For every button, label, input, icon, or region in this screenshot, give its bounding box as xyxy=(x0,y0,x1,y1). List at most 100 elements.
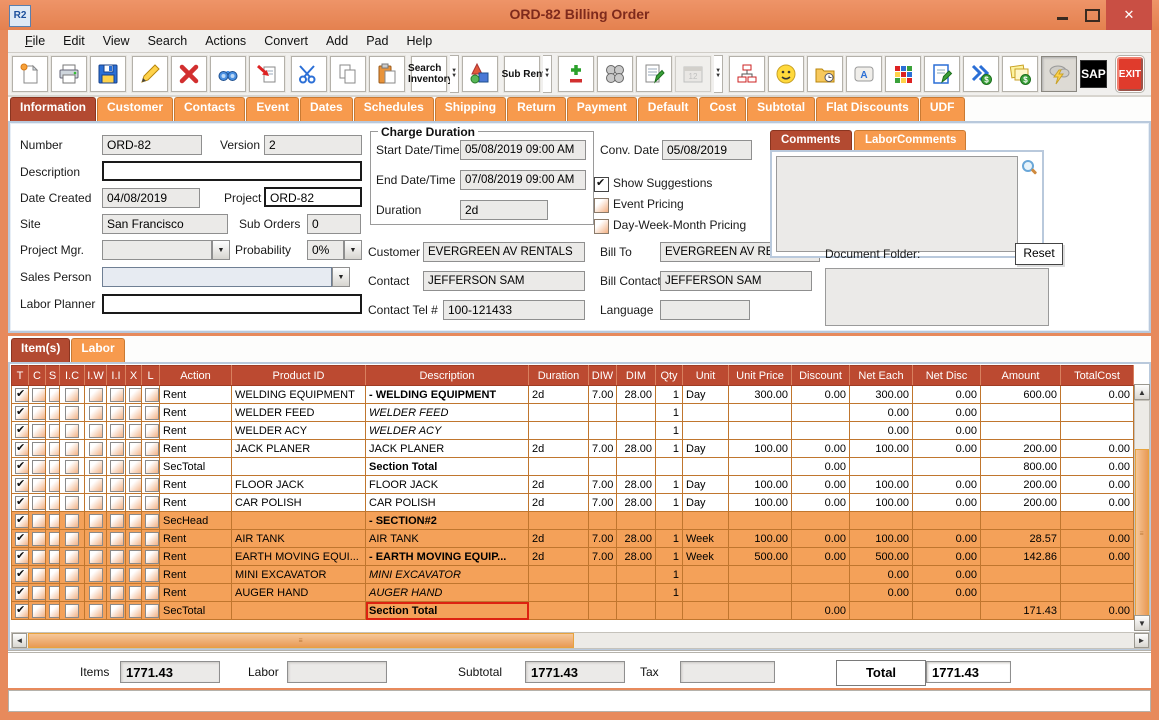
cell-dur[interactable] xyxy=(529,512,589,530)
table-row[interactable]: RentCAR POLISHCAR POLISH2d7.0028.001Day1… xyxy=(12,494,1134,512)
cell-product[interactable]: WELDER ACY xyxy=(232,422,366,440)
row-flag-t[interactable] xyxy=(12,404,29,422)
checkbox-checked-icon[interactable] xyxy=(15,478,29,492)
row-flag-c[interactable] xyxy=(29,494,46,512)
scroll-up-button[interactable]: ▲ xyxy=(1134,384,1150,400)
checkbox-icon[interactable] xyxy=(89,460,103,474)
cut-button[interactable] xyxy=(291,56,327,92)
cell-cost[interactable]: 0.00 xyxy=(1061,530,1134,548)
scroll-right-button[interactable]: ► xyxy=(1134,633,1149,648)
calendar-dropdown[interactable]: ▼▼ xyxy=(714,55,723,93)
row-flag-c[interactable] xyxy=(29,476,46,494)
checkbox-icon[interactable] xyxy=(32,442,46,456)
table-row[interactable]: RentAUGER HANDAUGER HAND10.000.00 xyxy=(12,584,1134,602)
cell-product[interactable]: AUGER HAND xyxy=(232,584,366,602)
checkbox-icon[interactable] xyxy=(32,550,46,564)
row-flag-ic[interactable] xyxy=(60,548,85,566)
cell-dur[interactable] xyxy=(529,602,589,620)
row-flag-iw[interactable] xyxy=(85,476,107,494)
cell-qty[interactable] xyxy=(656,458,683,476)
cell-dur[interactable]: 2d xyxy=(529,530,589,548)
cell-disc[interactable] xyxy=(792,404,850,422)
cell-qty[interactable]: 1 xyxy=(656,404,683,422)
scroll-left-button[interactable]: ◄ xyxy=(12,633,27,648)
checkbox-icon[interactable] xyxy=(110,604,124,618)
cell-cost[interactable]: 0.00 xyxy=(1061,548,1134,566)
title-bar[interactable]: R2 ORD-82 Billing Order ✕ xyxy=(0,0,1159,30)
org-structure-button[interactable] xyxy=(729,56,765,92)
row-flag-ii[interactable] xyxy=(107,494,126,512)
column-header-duration[interactable]: Duration xyxy=(529,366,589,386)
cell-desc[interactable]: WELDER FEED xyxy=(366,404,529,422)
cell-cost[interactable]: 0.00 xyxy=(1061,602,1134,620)
checkbox-icon[interactable] xyxy=(129,478,142,492)
cell-net-each[interactable]: 100.00 xyxy=(850,530,913,548)
checkbox-icon[interactable] xyxy=(65,550,79,564)
row-flag-x[interactable] xyxy=(126,476,142,494)
cell-dim[interactable] xyxy=(617,422,656,440)
row-flag-iw[interactable] xyxy=(85,548,107,566)
menu-actions[interactable]: Actions xyxy=(196,31,255,51)
cell-amount[interactable]: 28.57 xyxy=(981,530,1061,548)
column-header-s[interactable]: S xyxy=(46,366,60,386)
checkbox-icon[interactable] xyxy=(32,496,46,510)
tab-labor[interactable]: Labor xyxy=(71,338,124,362)
cell-unit[interactable]: Week xyxy=(683,530,729,548)
cell-diw[interactable]: 7.00 xyxy=(589,494,617,512)
maximize-button[interactable] xyxy=(1078,0,1106,30)
row-flag-ic[interactable] xyxy=(60,512,85,530)
row-flag-l[interactable] xyxy=(142,530,160,548)
cell-amount[interactable]: 800.00 xyxy=(981,458,1061,476)
cell-net-each[interactable] xyxy=(850,602,913,620)
checkbox-icon[interactable] xyxy=(89,478,103,492)
scroll-down-button[interactable]: ▼ xyxy=(1134,615,1150,631)
cell-desc[interactable]: - EARTH MOVING EQUIP... xyxy=(366,548,529,566)
cell-desc[interactable]: CAR POLISH xyxy=(366,494,529,512)
row-flag-c[interactable] xyxy=(29,404,46,422)
menu-add[interactable]: Add xyxy=(317,31,357,51)
cell-dur[interactable] xyxy=(529,584,589,602)
minimize-button[interactable] xyxy=(1048,0,1076,30)
tab-labor-comments[interactable]: LaborComments xyxy=(854,130,966,150)
checkbox-icon[interactable] xyxy=(32,586,46,600)
column-header-action[interactable]: Action xyxy=(160,366,232,386)
menu-help[interactable]: Help xyxy=(397,31,441,51)
menu-view[interactable]: View xyxy=(94,31,139,51)
cell-desc[interactable]: AIR TANK xyxy=(366,530,529,548)
cell-diw[interactable]: 7.00 xyxy=(589,548,617,566)
cell-diw[interactable] xyxy=(589,422,617,440)
cell-unit[interactable] xyxy=(683,584,729,602)
cell-desc[interactable]: MINI EXCAVATOR xyxy=(366,566,529,584)
cell-unit[interactable] xyxy=(683,422,729,440)
checkbox-icon[interactable] xyxy=(110,424,124,438)
close-button[interactable]: ✕ xyxy=(1106,0,1152,30)
row-flag-l[interactable] xyxy=(142,494,160,512)
row-flag-iw[interactable] xyxy=(85,584,107,602)
cell-amount[interactable] xyxy=(981,422,1061,440)
cell-diw[interactable] xyxy=(589,584,617,602)
checkbox-icon[interactable] xyxy=(145,424,159,438)
cell-product[interactable]: AIR TANK xyxy=(232,530,366,548)
cell-net-each[interactable] xyxy=(850,458,913,476)
column-header-i-c[interactable]: I.C xyxy=(60,366,85,386)
checkbox-icon[interactable] xyxy=(89,586,103,600)
checkbox-checked-icon[interactable] xyxy=(15,424,29,438)
cell-amount[interactable]: 600.00 xyxy=(981,386,1061,404)
tab-cost[interactable]: Cost xyxy=(699,97,746,121)
cell-action[interactable]: Rent xyxy=(160,584,232,602)
tab-shipping[interactable]: Shipping xyxy=(435,97,506,121)
row-flag-iw[interactable] xyxy=(85,566,107,584)
cell-unit[interactable]: Week xyxy=(683,548,729,566)
tab-contacts[interactable]: Contacts xyxy=(174,97,245,121)
cell-cost[interactable]: 0.00 xyxy=(1061,440,1134,458)
cell-qty[interactable]: 1 xyxy=(656,440,683,458)
document-folder-box[interactable] xyxy=(825,268,1049,326)
sales-person-field[interactable] xyxy=(102,267,332,287)
customer-field[interactable]: EVERGREEN AV RENTALS xyxy=(423,242,585,262)
row-flag-t[interactable] xyxy=(12,512,29,530)
cell-unit[interactable] xyxy=(683,566,729,584)
column-header-diw[interactable]: DIW xyxy=(589,366,617,386)
column-header-discount[interactable]: Discount xyxy=(792,366,850,386)
row-flag-s[interactable] xyxy=(46,440,60,458)
row-flag-t[interactable] xyxy=(12,530,29,548)
